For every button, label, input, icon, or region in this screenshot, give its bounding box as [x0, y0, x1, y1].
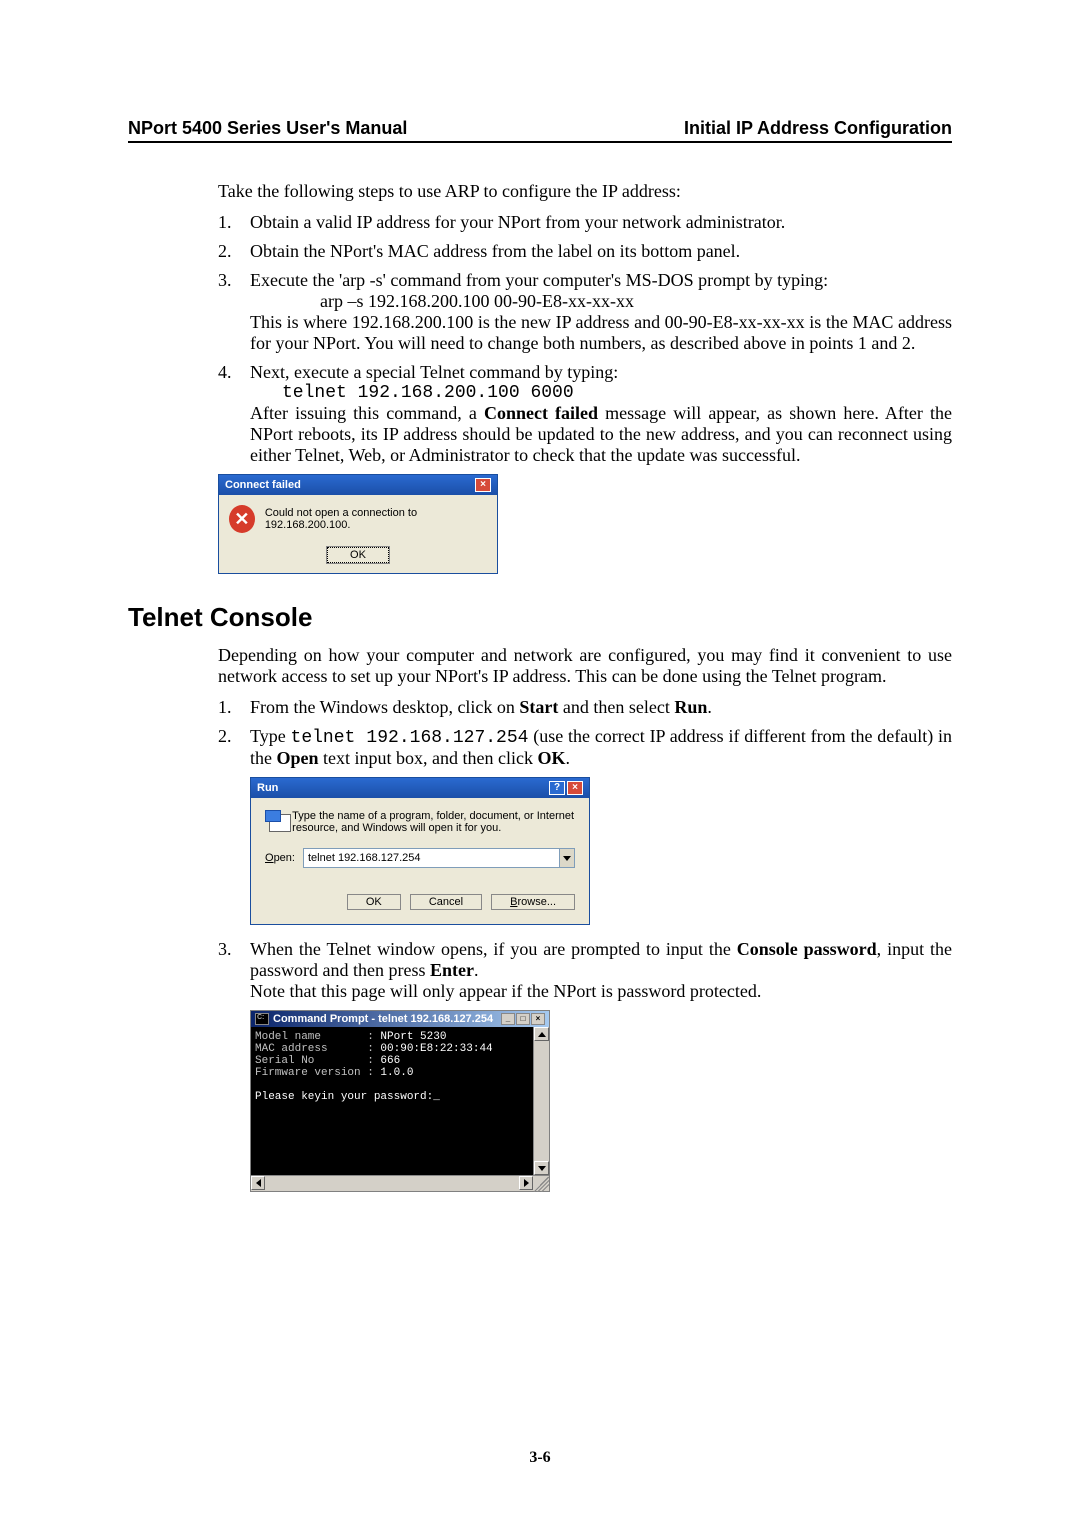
run-dialog: Run ? × Type the name of a program, fold… — [250, 777, 590, 925]
step-text: When the Telnet window opens, if you are… — [250, 939, 952, 1002]
terminal-output[interactable]: Model name : NPort 5230 MAC address : 00… — [251, 1027, 533, 1175]
cmd-icon — [255, 1013, 269, 1025]
page-number: 3-6 — [0, 1449, 1080, 1467]
browse-button[interactable]: Browse... — [491, 894, 575, 910]
close-icon[interactable]: × — [475, 478, 491, 492]
connect-failed-dialog: Connect failed × ✕ Could not open a conn… — [218, 474, 498, 574]
run-description: Type the name of a program, folder, docu… — [292, 810, 575, 834]
dialog-message: Could not open a connection to 192.168.2… — [265, 507, 487, 531]
dialog-title-text: Command Prompt - telnet 192.168.127.254 — [273, 1013, 493, 1025]
maximize-icon[interactable]: □ — [516, 1013, 530, 1025]
horizontal-scrollbar[interactable] — [251, 1175, 549, 1191]
step-text: From the Windows desktop, click on Start… — [250, 697, 952, 718]
step-para: After issuing this command, a Connect fa… — [250, 403, 952, 466]
open-input[interactable] — [308, 852, 559, 864]
scroll-up-icon[interactable] — [534, 1027, 549, 1041]
resize-grip-icon[interactable] — [533, 1176, 549, 1192]
dialog-title-text: Connect failed — [225, 479, 301, 491]
step-para: This is where 192.168.200.100 is the new… — [250, 312, 952, 354]
scroll-left-icon[interactable] — [251, 1176, 265, 1190]
step-b1: 1. From the Windows desktop, click on St… — [218, 697, 952, 718]
close-icon[interactable]: × — [567, 781, 583, 795]
intro-text: Take the following steps to use ARP to c… — [218, 181, 952, 202]
step-a3: 3. Execute the 'arp -s' command from you… — [218, 270, 952, 354]
telnet-command: telnet 192.168.200.100 6000 — [250, 383, 952, 403]
section-heading-telnet-console: Telnet Console — [128, 602, 952, 633]
step-num: 2. — [218, 726, 250, 769]
minimize-icon[interactable]: _ — [501, 1013, 515, 1025]
open-combobox[interactable] — [303, 848, 575, 868]
step-num: 1. — [218, 697, 250, 718]
dialog-titlebar: Run ? × — [251, 778, 589, 798]
dialog-titlebar: Command Prompt - telnet 192.168.127.254 … — [251, 1011, 549, 1027]
ok-button[interactable]: OK — [327, 547, 389, 563]
step-num: 3. — [218, 270, 250, 354]
close-icon[interactable]: × — [531, 1013, 545, 1025]
open-label: Open: — [265, 852, 295, 864]
dialog-titlebar: Connect failed × — [219, 475, 497, 495]
step-a1: 1. Obtain a valid IP address for your NP… — [218, 212, 952, 233]
step-num: 1. — [218, 212, 250, 233]
ok-button[interactable]: OK — [347, 894, 401, 910]
scroll-down-icon[interactable] — [534, 1161, 549, 1175]
step-b2: 2. Type telnet 192.168.127.254 (use the … — [218, 726, 952, 769]
run-icon — [265, 810, 282, 836]
step-num: 3. — [218, 939, 250, 1002]
page-header: NPort 5400 Series User's Manual Initial … — [128, 118, 952, 143]
help-icon[interactable]: ? — [549, 781, 565, 795]
cancel-button[interactable]: Cancel — [410, 894, 482, 910]
error-icon: ✕ — [229, 505, 255, 533]
scroll-right-icon[interactable] — [519, 1176, 533, 1190]
arp-command: arp –s 192.168.200.100 00-90-E8-xx-xx-xx — [250, 291, 952, 312]
step-line: Next, execute a special Telnet command b… — [250, 362, 952, 383]
step-a4: 4. Next, execute a special Telnet comman… — [218, 362, 952, 466]
header-right: Initial IP Address Configuration — [684, 118, 952, 139]
chevron-down-icon[interactable] — [559, 849, 574, 867]
step-b3: 3. When the Telnet window opens, if you … — [218, 939, 952, 1002]
step-num: 2. — [218, 241, 250, 262]
header-left: NPort 5400 Series User's Manual — [128, 118, 407, 139]
command-prompt-window: Command Prompt - telnet 192.168.127.254 … — [250, 1010, 550, 1192]
dialog-title-text: Run — [257, 782, 278, 794]
step-line: Execute the 'arp -s' command from your c… — [250, 270, 952, 291]
telnet-intro: Depending on how your computer and netwo… — [218, 645, 952, 687]
step-note: Note that this page will only appear if … — [250, 981, 952, 1002]
step-a2: 2. Obtain the NPort's MAC address from t… — [218, 241, 952, 262]
step-text: Obtain a valid IP address for your NPort… — [250, 212, 952, 233]
step-text: Type telnet 192.168.127.254 (use the cor… — [250, 726, 952, 769]
vertical-scrollbar[interactable] — [533, 1027, 549, 1175]
step-num: 4. — [218, 362, 250, 466]
step-text: Obtain the NPort's MAC address from the … — [250, 241, 952, 262]
